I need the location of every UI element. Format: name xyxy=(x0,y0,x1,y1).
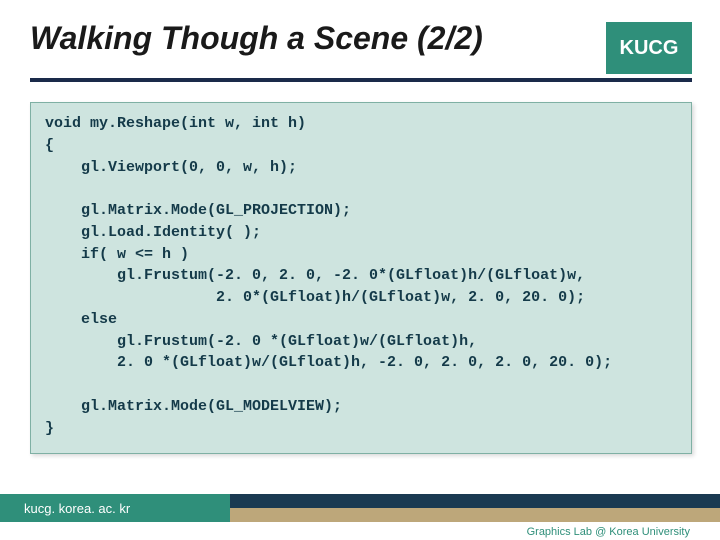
footer-rule-dark xyxy=(230,494,720,508)
slide: Walking Though a Scene (2/2) KUCG void m… xyxy=(0,0,720,540)
title-divider xyxy=(30,78,692,82)
footer-rule-light xyxy=(230,508,720,522)
footer-right-text: Graphics Lab @ Korea University xyxy=(527,526,690,538)
footer-left-text: kucg. korea. ac. kr xyxy=(24,501,130,516)
page-title: Walking Though a Scene (2/2) xyxy=(30,20,483,57)
footer-left: kucg. korea. ac. kr xyxy=(0,494,230,522)
code-block: void my.Reshape(int w, int h) { gl.Viewp… xyxy=(30,102,692,454)
brand-badge: KUCG xyxy=(606,22,692,74)
